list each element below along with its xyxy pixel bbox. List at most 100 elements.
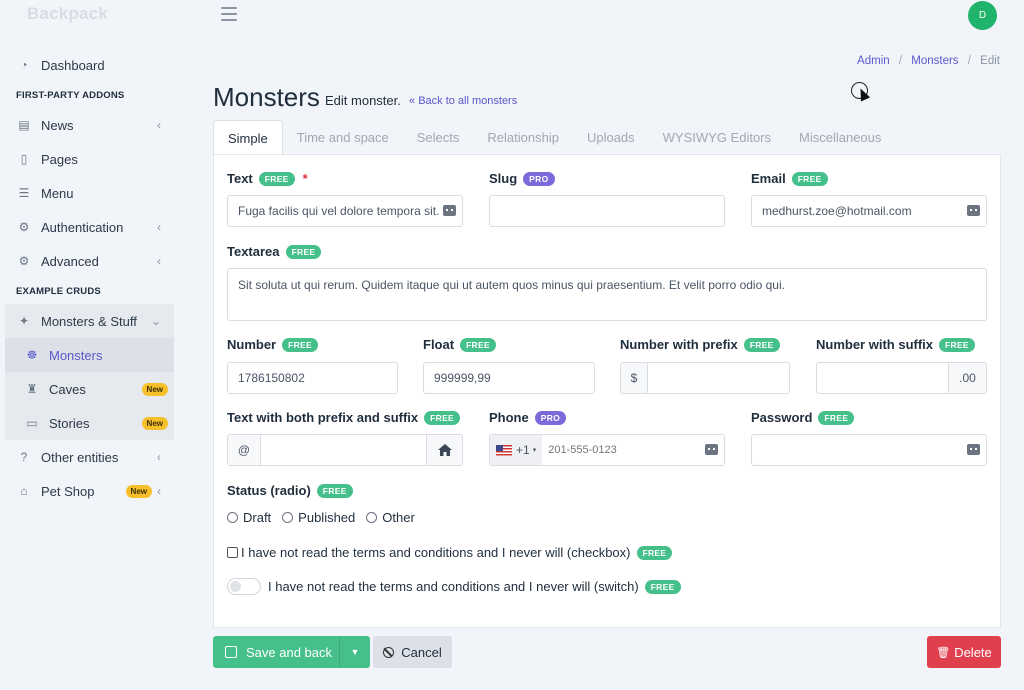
dragon-icon: ✦ [18,314,30,328]
field-label: Slug [489,171,518,186]
cancel-label: Cancel [401,644,442,660]
float-input[interactable]: 999999,99 [423,362,595,394]
breadcrumb-admin[interactable]: Admin [857,55,890,67]
chevron-left-icon: ‹ [157,254,161,268]
home-icon [437,444,452,456]
tab-uploads[interactable]: Uploads [573,120,649,155]
sidebar-item-pet-shop[interactable]: ⌂ Pet Shop New ‹ [5,474,174,508]
checkbox-label[interactable]: I have not read the terms and conditions… [241,545,631,560]
radio-circle[interactable] [366,512,378,523]
brand-logo[interactable]: Backpack [27,4,108,24]
phone-number-field[interactable] [548,444,699,456]
new-badge: New [141,416,168,430]
country-code: +1 [516,443,530,457]
textarea-input[interactable]: Sit soluta ut qui rerum. Quidem itaque q… [227,268,987,321]
float-label: Float FREE [423,337,496,352]
radio-circle[interactable] [227,512,238,523]
sidebar-item-pages[interactable]: ▯ Pages [5,142,174,176]
text-input-value: Fuga facilis qui vel dolore tempora sit. [238,204,440,218]
ban-icon [383,646,395,658]
users-icon: ⚙ [18,220,30,234]
book-icon: ▭ [26,416,38,430]
prefix-suffix-input[interactable] [260,434,427,466]
sidebar-section-header: EXAMPLE CRUDS [16,285,101,297]
delete-button[interactable]: 🗑 Delete [927,636,1001,668]
sidebar-item-dashboard[interactable]: ◔ Dashboard [5,48,174,82]
new-badge: New [125,484,152,498]
number-label: Number FREE [227,337,318,352]
field-label: Email [751,171,786,186]
field-label: Number with suffix [816,337,934,352]
free-badge: FREE [285,244,322,259]
sidebar-item-label: Advanced [41,253,99,269]
sidebar-item-authentication[interactable]: ⚙ Authentication ‹ [5,210,174,244]
save-label: Save and back [246,644,333,660]
tab-selects[interactable]: Selects [403,120,474,155]
phone-input[interactable]: +1 ▾ [489,434,725,466]
password-input[interactable] [751,434,987,466]
save-dropdown-toggle[interactable]: ▼ [339,636,370,668]
free-badge: FREE [743,337,780,352]
tab-bar: Simple Time and space Selects Relationsh… [213,120,895,155]
radio-draft[interactable]: Draft [227,510,271,525]
pro-badge: PRO [534,410,567,425]
dollar-prefix: $ [620,362,648,394]
sidebar-item-label: Pages [41,151,78,167]
back-link-label: Back to all monsters [418,95,518,107]
radio-label: Other [382,510,415,525]
free-badge: FREE [282,337,318,352]
sidebar-item-monsters-stuff[interactable]: ✦ Monsters & Stuff ⌄ [5,304,174,338]
sidebar-item-label: News [41,117,74,133]
sidebar-item-label: Menu [41,185,74,201]
terms-switch[interactable] [227,578,261,595]
save-and-back-button[interactable]: Save and back ▼ [213,636,370,668]
sidebar-item-stories[interactable]: ▭ Stories New [5,406,174,440]
password-label: Password FREE [751,410,855,425]
free-badge: FREE [316,483,353,498]
sidebar: ◔ Dashboard FIRST-PARTY ADDONS ▤ News ‹ … [5,48,174,508]
sidebar-item-label: Caves [49,381,86,397]
terms-switch-row: I have not read the terms and conditions… [227,578,681,595]
sidebar-item-menu[interactable]: ☰ Menu [5,176,174,210]
free-badge: FREE [818,410,855,425]
tab-relationship[interactable]: Relationship [473,120,573,155]
tab-time-and-space[interactable]: Time and space [283,120,403,155]
sidebar-item-monsters[interactable]: ☸ Monsters [5,338,174,372]
number-suffix-input[interactable] [816,362,949,394]
tab-simple[interactable]: Simple [213,120,283,155]
sidebar-item-advanced[interactable]: ⚙ Advanced ‹ [5,244,174,278]
sidebar-item-news[interactable]: ▤ News ‹ [5,108,174,142]
breadcrumb-monsters[interactable]: Monsters [911,55,958,67]
field-label: Float [423,337,455,352]
switch-label[interactable]: I have not read the terms and conditions… [268,579,639,594]
number-prefix-input[interactable] [647,362,790,394]
email-input[interactable]: medhurst.zoe@hotmail.com [751,195,987,227]
castle-icon: ♜ [26,382,38,396]
slug-input[interactable] [489,195,725,227]
spider-icon: ☸ [26,348,38,362]
sidebar-item-caves[interactable]: ♜ Caves New [5,372,174,406]
sidebar-item-other-entities[interactable]: ? Other entities ‹ [5,440,174,474]
number-input[interactable]: 1786150802 [227,362,398,394]
radio-published[interactable]: Published [282,510,355,525]
sidebar-item-label: Stories [49,415,90,431]
tab-miscellaneous[interactable]: Miscellaneous [785,120,895,155]
radio-other[interactable]: Other [366,510,415,525]
menu-toggle-icon[interactable] [221,7,237,21]
terms-checkbox[interactable] [227,547,238,558]
avatar[interactable]: D [968,1,997,30]
page-title: Monsters [213,82,320,112]
text-input[interactable]: Fuga facilis qui vel dolore tempora sit. [227,195,463,227]
free-badge: FREE [424,410,461,425]
radio-circle[interactable] [282,512,294,523]
number-input-value: 1786150802 [238,371,305,385]
back-link[interactable]: « Back to all monsters [409,95,517,107]
field-label: Text [227,171,253,186]
country-selector[interactable]: +1 ▾ [490,435,543,465]
tab-wysiwyg-editors[interactable]: WYSIWYG Editors [649,120,785,155]
new-badge: New [141,382,168,396]
cancel-button[interactable]: Cancel [373,636,452,668]
pro-badge: PRO [523,171,555,186]
free-badge: FREE [460,337,496,352]
email-label: Email FREE [751,171,828,186]
